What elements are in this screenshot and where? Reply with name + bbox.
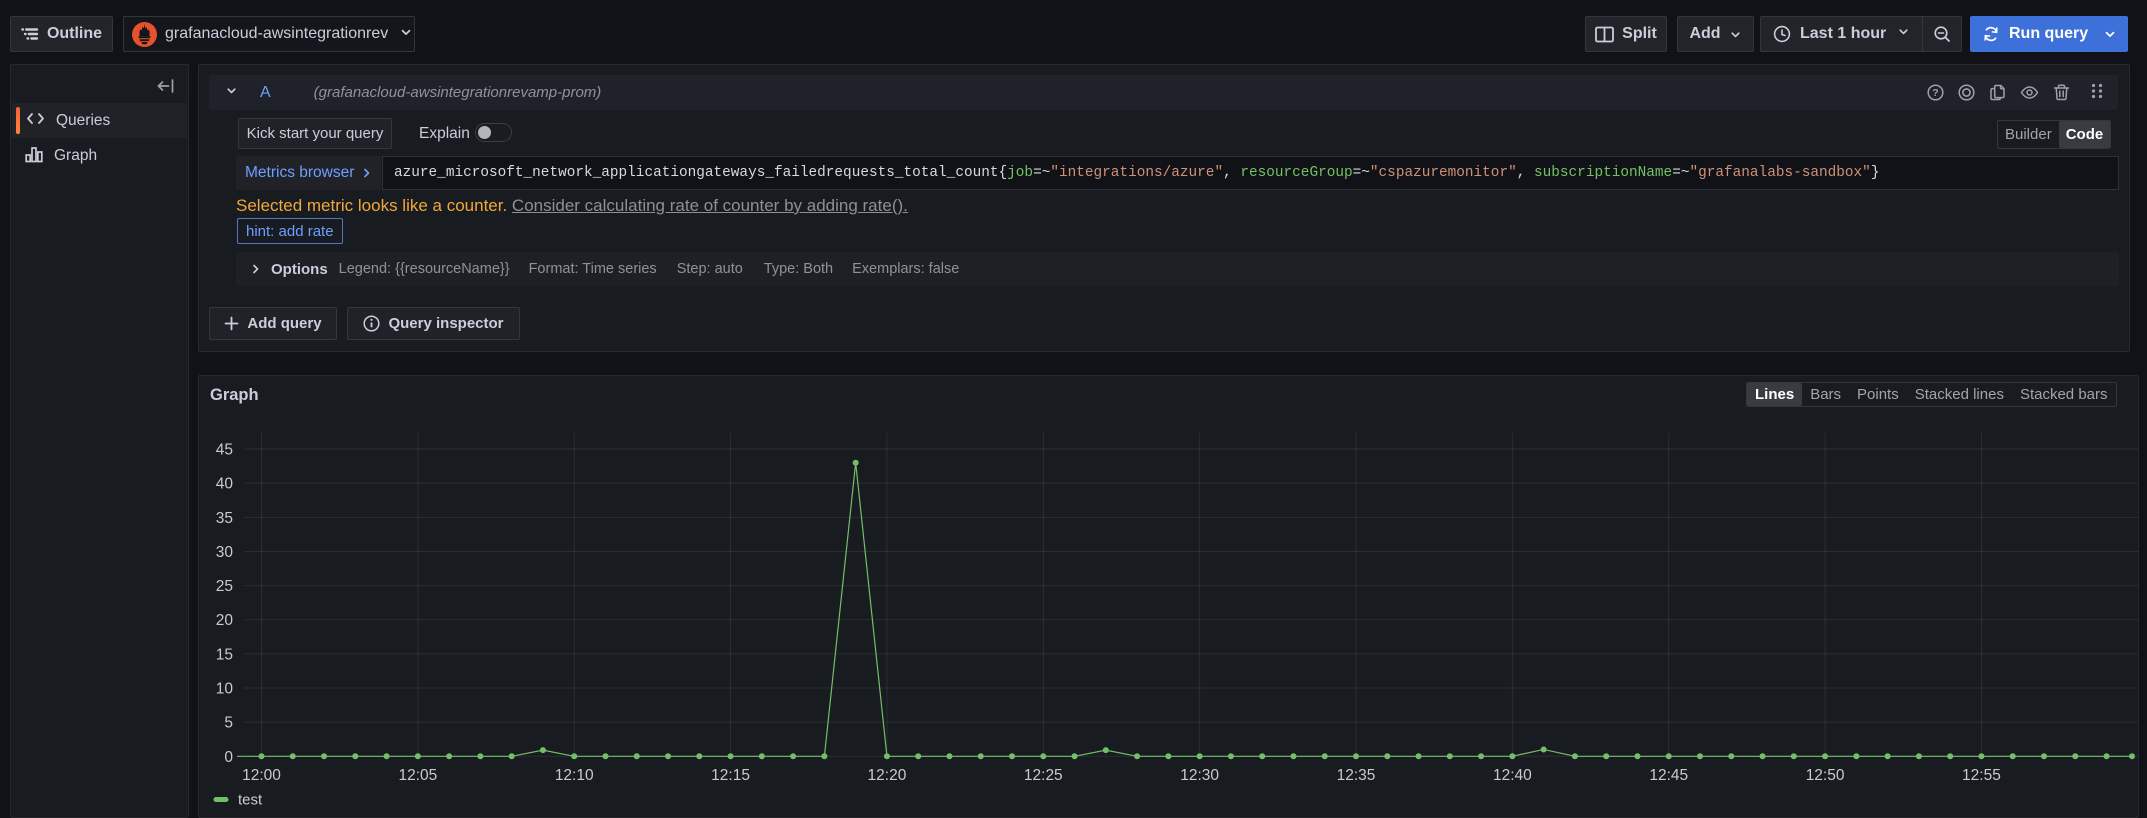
svg-text:45: 45: [216, 442, 233, 459]
svg-text:test: test: [238, 792, 263, 809]
svg-text:12:05: 12:05: [398, 767, 437, 784]
svg-text:12:30: 12:30: [1180, 767, 1219, 784]
svg-text:?: ?: [1932, 87, 1938, 99]
svg-text:35: 35: [216, 510, 233, 527]
svg-text:15: 15: [216, 646, 233, 663]
svg-text:12:10: 12:10: [555, 767, 594, 784]
svg-text:40: 40: [216, 476, 234, 493]
svg-text:10: 10: [216, 681, 234, 698]
svg-text:0: 0: [224, 749, 233, 766]
svg-text:12:15: 12:15: [711, 767, 750, 784]
svg-text:12:20: 12:20: [868, 767, 907, 784]
svg-text:12:45: 12:45: [1649, 767, 1688, 784]
svg-text:12:50: 12:50: [1806, 767, 1845, 784]
svg-text:30: 30: [216, 544, 234, 561]
svg-text:12:55: 12:55: [1962, 767, 2001, 784]
svg-text:12:00: 12:00: [242, 767, 281, 784]
svg-text:12:35: 12:35: [1337, 767, 1376, 784]
svg-text:12:25: 12:25: [1024, 767, 1063, 784]
svg-text:25: 25: [216, 578, 233, 595]
svg-text:12:40: 12:40: [1493, 767, 1532, 784]
svg-text:5: 5: [224, 715, 233, 732]
svg-text:20: 20: [216, 612, 234, 629]
